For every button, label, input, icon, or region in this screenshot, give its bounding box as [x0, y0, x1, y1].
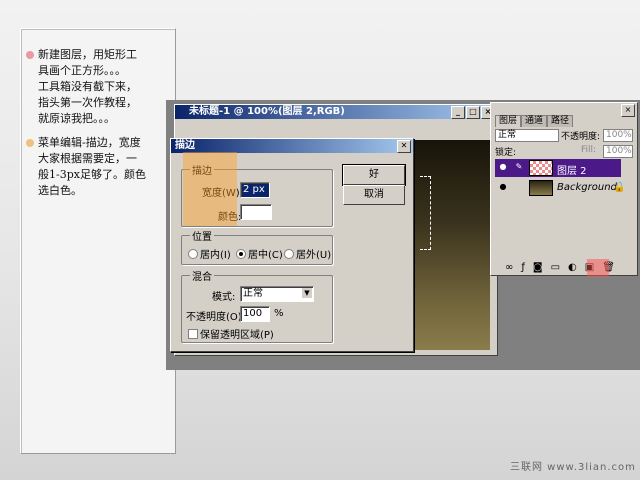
layer-row-selected[interactable]: ● ✎ 图层 2 — [495, 159, 621, 177]
document-title: 未标题-1 @ 100%(图层 2,RGB) — [189, 106, 345, 117]
chevron-down-icon[interactable]: ▼ — [302, 288, 312, 298]
eye-icon[interactable]: ● — [497, 159, 509, 175]
note-2: 菜单编辑-描边，宽度 大家根据需要定，一 般1-3px足够了。颜色 选白色。 — [26, 135, 166, 199]
eye-icon[interactable]: ● — [497, 179, 509, 195]
lock-label: 锁定: — [495, 148, 517, 158]
dialog-title: 描边 — [175, 140, 195, 151]
layers-panel: × 图层 通道 路径 正常 不透明度: 100% 锁定: Fill: 100% … — [490, 102, 638, 276]
highlight-overlay — [183, 152, 237, 226]
brush-icon[interactable]: ✎ — [513, 159, 525, 175]
tab-layers[interactable]: 图层 — [495, 115, 522, 127]
percent-label: % — [274, 308, 284, 319]
fill-input[interactable]: 100% — [603, 145, 633, 158]
layer-opacity-input[interactable]: 100% — [603, 129, 633, 142]
layer-style-icon[interactable]: ƒ — [521, 262, 525, 273]
tab-channels[interactable]: 通道 — [521, 115, 548, 127]
preserve-transparency-checkbox[interactable]: 保留透明区域(P) — [188, 326, 274, 341]
radio-outside[interactable]: 居外(U) — [284, 246, 331, 261]
layer-opacity-label: 不透明度: — [561, 132, 601, 142]
layer-thumbnail — [529, 180, 553, 196]
position-group-label: 位置 — [190, 228, 214, 243]
maximize-icon[interactable]: □ — [466, 106, 480, 119]
bullet-dot-icon — [26, 51, 34, 59]
blend-group: 混合 模式: 正常 ▼ 不透明度(O): 100 % 保留透明区域(P) — [181, 268, 333, 343]
minimize-icon[interactable]: _ — [451, 106, 465, 119]
stroke-dialog-title-bar[interactable]: 描边 ✕ — [171, 139, 413, 153]
document-title-bar[interactable]: 未标题-1 @ 100%(图层 2,RGB) _ □ × — [175, 105, 497, 119]
opacity-label: 不透明度(O): — [186, 312, 246, 323]
tab-paths[interactable]: 路径 — [547, 115, 574, 127]
ok-button[interactable]: 好 — [343, 165, 405, 185]
highlight-overlay — [587, 259, 609, 277]
radio-inside[interactable]: 居内(I) — [188, 246, 231, 261]
layer-name: Background — [557, 182, 617, 193]
watermark: 三联网 www.3lian.com — [510, 462, 636, 473]
color-swatch[interactable] — [240, 204, 272, 220]
opacity-input[interactable]: 100 — [240, 306, 270, 322]
mode-label: 模式: — [212, 292, 236, 303]
close-icon[interactable]: ✕ — [397, 140, 411, 153]
link-icon[interactable]: ∞ — [505, 262, 513, 273]
selection-marquee — [420, 176, 431, 250]
bullet-dot-icon — [26, 139, 34, 147]
folder-icon[interactable]: ▭ — [551, 262, 560, 273]
mode-select[interactable]: 正常 ▼ — [240, 286, 314, 302]
layer-name: 图层 2 — [557, 166, 587, 177]
fill-label: Fill: — [581, 145, 597, 155]
notes-panel: 新建图层，用矩形工 具画个正方形。。。 工具箱没有截下来， 指头第一次作教程， … — [20, 28, 176, 454]
blend-mode-select[interactable]: 正常 — [495, 129, 559, 142]
width-input[interactable]: 2 px — [240, 182, 270, 198]
layer-row[interactable]: ● Background 🔒 — [495, 179, 625, 197]
close-icon[interactable]: × — [621, 104, 635, 117]
adjustment-icon[interactable]: ◐ — [568, 262, 577, 273]
mask-icon[interactable]: ◙ — [533, 262, 543, 273]
radio-center[interactable]: 居中(C) — [236, 246, 283, 261]
lock-icon: 🔒 — [613, 182, 626, 193]
note-1: 新建图层，用矩形工 具画个正方形。。。 工具箱没有截下来， 指头第一次作教程， … — [26, 47, 166, 127]
position-group: 位置 居内(I) 居中(C) 居外(U) — [181, 228, 333, 265]
blend-group-label: 混合 — [190, 268, 214, 283]
layer-thumbnail — [529, 160, 553, 176]
cancel-button[interactable]: 取消 — [343, 185, 405, 205]
